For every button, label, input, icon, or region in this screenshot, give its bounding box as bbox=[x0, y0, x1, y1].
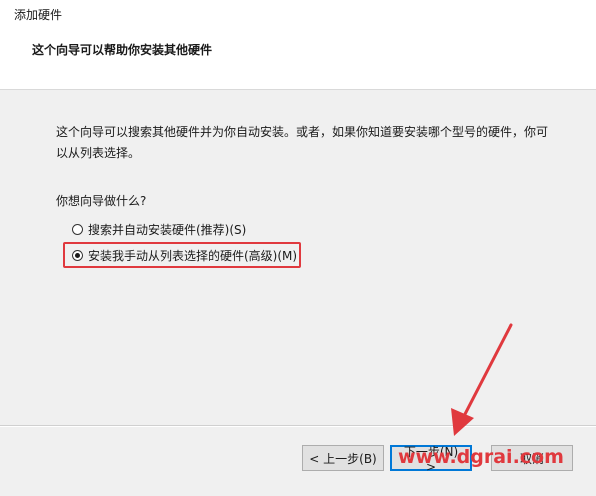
watermark-text: www.dgrai.com bbox=[398, 446, 564, 468]
window-title: 添加硬件 bbox=[14, 8, 63, 22]
back-button[interactable]: < 上一步(B) bbox=[302, 445, 384, 471]
radio-auto-search-icon[interactable] bbox=[72, 224, 83, 235]
title-bar: 添加硬件 bbox=[0, 0, 596, 26]
wizard-question: 你想向导做什么? bbox=[56, 194, 147, 208]
wizard-header: 这个向导可以帮助你安装其他硬件 bbox=[0, 26, 596, 90]
option-auto-search-label[interactable]: 搜索并自动安装硬件(推荐)(S) bbox=[88, 221, 246, 238]
wizard-description: 这个向导可以搜索其他硬件并为你自动安装。或者，如果你知道要安装哪个型号的硬件，你… bbox=[56, 125, 549, 160]
add-hardware-wizard-window: 添加硬件 这个向导可以帮助你安装其他硬件 这个向导可以搜索其他硬件并为你自动安装… bbox=[0, 0, 596, 496]
option-auto-search[interactable]: 搜索并自动安装硬件(推荐)(S) bbox=[72, 221, 246, 238]
wizard-content: 这个向导可以搜索其他硬件并为你自动安装。或者，如果你知道要安装哪个型号的硬件，你… bbox=[0, 90, 596, 424]
highlight-annotation-box bbox=[63, 242, 301, 268]
footer-separator-highlight bbox=[0, 426, 596, 427]
wizard-header-title: 这个向导可以帮助你安装其他硬件 bbox=[32, 43, 213, 57]
